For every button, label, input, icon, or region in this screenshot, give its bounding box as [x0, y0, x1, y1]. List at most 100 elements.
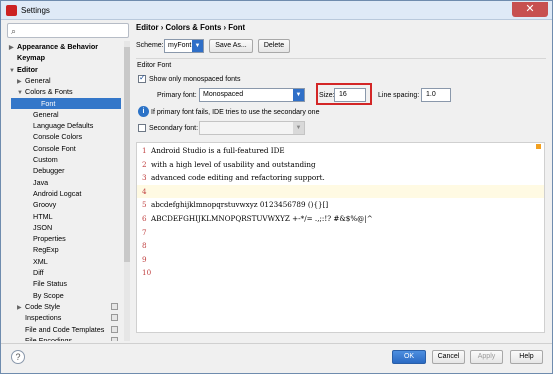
scrollbar-thumb[interactable] [124, 47, 130, 262]
preview-text: Android Studio is a full-featured IDE [151, 146, 285, 155]
tree-item[interactable]: Console Colors [25, 131, 82, 142]
app-icon [6, 5, 17, 16]
tree-item[interactable]: Diff [25, 267, 44, 278]
secondary-font-checkbox[interactable] [138, 124, 146, 132]
tree-item[interactable]: HTML [25, 211, 53, 222]
project-settings-icon [111, 302, 118, 310]
primary-font-value: Monospaced [203, 91, 244, 98]
line-spacing-field[interactable]: 1.0 [421, 88, 451, 102]
tree-item[interactable]: ▶ General [17, 75, 51, 86]
project-settings-icon [111, 314, 118, 322]
tree-item[interactable]: Java [25, 177, 48, 188]
preview-text: abcdefghijklmnopqrstuvwxyz 0123456789 ()… [151, 200, 329, 210]
delete-button[interactable]: Delete [258, 39, 290, 53]
settings-tree: ▶ Appearance & Behavior Keymap ▼ Editor ▶ Gene… [1, 41, 131, 341]
tree-item-label: General [33, 109, 59, 119]
line-spacing-label: Line spacing: [378, 92, 420, 99]
preview-line: 1 Android Studio is a full-featured IDE [137, 144, 544, 157]
tree-item[interactable]: Android Logcat [25, 188, 81, 199]
font-preview-editor[interactable]: 1 Android Studio is a full-featured IDE 2 w… [136, 142, 545, 333]
project-settings-icon [111, 336, 118, 341]
preview-line: 5 abcdefghijklmnopqrstuvwxyz 0123456789 (… [137, 198, 544, 211]
tree-item[interactable]: File Status [25, 278, 67, 289]
info-icon: i [138, 106, 149, 117]
tree-item[interactable]: General [25, 109, 59, 120]
chevron-down-icon: ▼ [293, 122, 304, 134]
tree-item-label: Console Colors [33, 132, 83, 142]
tree-item[interactable]: ▶ Appearance & Behavior [9, 41, 98, 52]
tree-item[interactable]: Font [11, 97, 121, 109]
size-field[interactable]: 16 [334, 88, 366, 102]
tree-item[interactable]: Groovy [25, 199, 56, 210]
window-title: Settings [21, 6, 50, 15]
tree-item[interactable]: ▶ Code Style [17, 301, 60, 312]
tree-item-label: By Scope [33, 290, 64, 300]
tree-item-label: Diff [33, 268, 44, 277]
tree-item[interactable]: Console Font [25, 143, 76, 154]
preview-text: with a high level of usability and outst… [151, 159, 316, 169]
tree-item-label: General [25, 75, 51, 85]
expanded-arrow-icon[interactable]: ▼ [9, 66, 17, 77]
monospaced-checkbox[interactable] [138, 73, 146, 83]
save-as-button[interactable]: Save As... [209, 39, 253, 53]
size-label: Size: [319, 92, 335, 99]
tree-item[interactable]: File Encodings [17, 335, 72, 341]
preview-line: 7 [137, 226, 544, 239]
tree-item-label: Inspections [25, 313, 62, 323]
tree-item[interactable]: XML [25, 256, 48, 267]
tree-item-label: Appearance & Behavior [17, 42, 99, 51]
help-button[interactable]: Help [510, 350, 543, 364]
tree-item-label: Properties [33, 234, 66, 244]
tree-item-label: File Status [33, 279, 67, 289]
preview-line: 9 [137, 253, 544, 266]
tree-item[interactable]: File and Code Templates [17, 324, 104, 335]
tree-item-label: JSON [33, 222, 53, 232]
fallback-hint: If primary font fails, IDE tries to use … [151, 109, 320, 116]
preview-line: 6 ABCDEFGHIJKLMNOPQRSTUVWXYZ +-*/= .,;:!?… [137, 212, 544, 225]
tree-item-label: Java [33, 177, 49, 187]
preview-text: ABCDEFGHIJKLMNOPQRSTUVWXYZ +-*/= .,;:!? … [151, 214, 373, 223]
tree-item[interactable]: Properties [25, 233, 66, 244]
tree-item[interactable]: Debugger [25, 165, 65, 176]
tree-item-label: Android Logcat [33, 188, 82, 198]
ok-button[interactable]: OK [392, 350, 426, 364]
primary-font-label: Primary font: [157, 92, 197, 99]
secondary-font-label: Secondary font: [149, 125, 199, 132]
tree-item-label: Groovy [33, 200, 57, 210]
tree-item[interactable]: Custom [25, 154, 58, 165]
tree-item[interactable]: ▼ Colors & Fonts [17, 86, 73, 97]
scheme-select[interactable]: myFont ▼ [164, 39, 204, 53]
help-icon[interactable]: ? [11, 350, 25, 364]
tree-item-label: Custom [33, 155, 58, 164]
tree-item-label: Font [41, 98, 56, 108]
settings-window: Settings ✕ ⌕ ▶ Appearance & Behavior Keyma… [0, 0, 553, 374]
tree-scrollbar[interactable] [124, 41, 130, 341]
preview-line: 4 [137, 184, 544, 198]
tree-item-label: Editor [17, 64, 38, 74]
tree-item[interactable]: By Scope [25, 290, 64, 301]
title-bar: Settings ✕ [1, 1, 552, 20]
tree-item[interactable]: ▼ Editor [9, 64, 38, 75]
preview-line: 10 [137, 266, 544, 279]
secondary-font-select[interactable]: ▼ [199, 121, 305, 135]
scheme-label: Scheme: [136, 42, 164, 49]
primary-font-select[interactable]: Monospaced ▼ [199, 88, 305, 102]
close-button[interactable]: ✕ [512, 2, 548, 17]
line-number: 8 [142, 241, 147, 251]
line-number: 7 [142, 227, 147, 237]
monospaced-label: Show only monospaced fonts [149, 76, 241, 83]
tree-item[interactable]: RegExp [25, 244, 59, 255]
tree-item[interactable]: JSON [25, 222, 52, 233]
tree-item-label: Code Style [25, 301, 61, 311]
tree-item[interactable]: Keymap [9, 52, 45, 63]
settings-search-input[interactable]: ⌕ [7, 23, 129, 38]
chevron-down-icon: ▼ [192, 40, 203, 52]
tree-item-label: Console Font [33, 143, 76, 153]
cancel-button[interactable]: Cancel [432, 350, 465, 364]
preview-line: 3 advanced code editing and refactoring s… [137, 171, 544, 184]
tree-item-label: Keymap [17, 53, 45, 63]
tree-item-label: Debugger [33, 166, 65, 176]
apply-button[interactable]: Apply [470, 350, 503, 364]
tree-item[interactable]: Inspections [17, 312, 61, 323]
tree-item[interactable]: Language Defaults [25, 120, 93, 131]
